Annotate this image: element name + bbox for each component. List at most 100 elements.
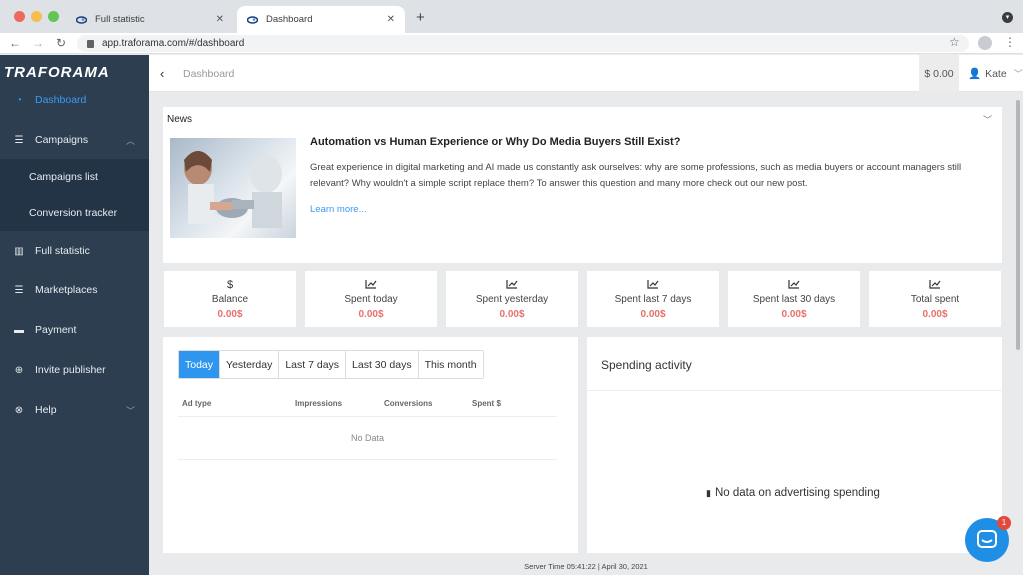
sidebar-item-campaigns[interactable]: ☰ Campaigns ︿ [0,120,149,160]
stat-value: 0.00$ [640,309,666,320]
learn-more-link[interactable]: Learn more... [310,204,367,215]
chevron-down-icon: ﹀ [125,405,135,416]
forward-arrow-icon[interactable]: → [30,36,46,50]
trend-icon [587,279,719,293]
stat-label: Balance [211,294,249,305]
gauge-icon: ◔ [15,94,23,106]
user-name: Kate [985,67,1007,80]
period-today-button[interactable]: Today [179,351,221,378]
sidebar-item-help[interactable]: ⊗ Help ﹀ [0,390,149,430]
browser-tab-dashboard[interactable]: Dashboard ✕ [237,6,405,33]
collapse-news-chevron-icon[interactable]: ﹀ [983,113,992,126]
stat-card-balance: $ Balance 0.00$ [164,271,296,327]
browser-menu-icon[interactable]: ⋮ [1004,35,1016,49]
sidebar-item-label: Conversion tracker [29,207,118,219]
traforama-favicon-icon [246,15,259,24]
back-arrow-icon[interactable]: ← [7,36,23,50]
traforama-favicon-icon [75,15,88,24]
tab-title: Dashboard [266,14,313,25]
spending-activity-title: Spending activity [601,358,692,372]
sidebar-item-full-statistic[interactable]: ▥ Full statistic [0,231,149,271]
collapse-sidebar-chevron-icon[interactable]: ‹ [160,66,164,81]
stat-card-total-spent: Total spent 0.00$ [869,271,1001,327]
sidebar-item-label: Dashboard [35,94,87,106]
sliders-icon: ☰ [14,284,24,296]
wallet-icon: ▮ [706,488,711,498]
close-tab-icon[interactable]: ✕ [387,14,395,25]
column-header-ad-type[interactable]: Ad type [182,399,211,408]
close-circle-icon: ⊗ [14,404,24,416]
sidebar-item-campaigns-list[interactable]: Campaigns list [0,159,149,195]
column-header-impressions[interactable]: Impressions [295,399,342,408]
stat-card-spent-yesterday: Spent yesterday 0.00$ [446,271,578,327]
close-window-button[interactable] [14,11,25,22]
minimize-window-button[interactable] [31,11,42,22]
table-divider [178,416,557,417]
spending-empty-message: ▮ No data on advertising spending [706,487,880,499]
balance-badge[interactable]: $ 0.00 [919,55,959,92]
stat-card-spent-today: Spent today 0.00$ [305,271,437,327]
sidebar-item-label: Campaigns [35,134,89,146]
new-tab-icon[interactable]: + [416,9,425,26]
tab-search-icon[interactable]: ▾ [1002,12,1013,23]
user-icon: 👤 [968,68,982,80]
period-last-7-days-button[interactable]: Last 7 days [279,351,347,378]
url-text: app.traforama.com/#/dashboard [102,38,245,49]
bookmark-star-icon[interactable]: ☆ [949,35,960,49]
spending-empty-text: No data on advertising spending [714,487,880,499]
sidebar-item-dashboard[interactable]: ◔ Dashboard [0,80,149,120]
browser-tab-full-statistic[interactable]: Full statistic ✕ [66,6,234,33]
close-tab-icon[interactable]: ✕ [216,14,224,25]
stat-value: 0.00$ [358,309,384,320]
panel-divider [587,390,1002,391]
stat-card-spent-last-7-days: Spent last 7 days 0.00$ [587,271,719,327]
balance-value: $ 0.00 [924,67,954,80]
column-header-spent[interactable]: Spent $ [472,399,501,408]
sidebar-item-label: Marketplaces [35,284,98,296]
chevron-down-icon: ﹀ [1013,69,1023,79]
breadcrumb: Dashboard [183,68,235,80]
trend-icon [446,279,578,293]
table-empty-message: No Data [351,433,385,443]
maximize-window-button[interactable] [48,11,59,22]
stat-label: Spent last 30 days [752,294,836,305]
plus-circle-icon: ⊕ [14,364,24,376]
sidebar-item-label: Invite publisher [35,364,106,376]
sidebar-item-invite-publisher[interactable]: ⊕ Invite publisher [0,350,149,390]
news-section-label: News [167,114,193,125]
sidebar-item-label: Payment [35,324,77,336]
stat-value: 0.00$ [499,309,525,320]
bar-chart-icon: ▥ [14,245,24,257]
top-bar [149,55,1023,92]
traforama-logo[interactable]: TRAFORAMA [4,64,110,81]
server-time-footer: Server Time 05:41:22 | April 30, 2021 [524,562,648,571]
card-icon: ▬ [14,324,24,336]
sliders-icon: ☰ [14,134,24,146]
stat-label: Spent yesterday [475,294,549,305]
table-divider [178,459,557,460]
page-scrollbar[interactable] [1016,100,1020,350]
sidebar-item-conversion-tracker[interactable]: Conversion tracker [0,195,149,231]
stat-label: Spent today [344,294,398,305]
period-yesterday-button[interactable]: Yesterday [220,351,280,378]
news-body: Great experience in digital marketing an… [310,162,962,189]
sidebar-item-payment[interactable]: ▬ Payment [0,310,149,350]
sidebar-item-label: Campaigns list [29,171,98,183]
url-field[interactable]: app.traforama.com/#/dashboard [77,35,969,52]
lock-icon [87,39,94,48]
chat-notification-badge: 1 [997,516,1011,530]
stat-label: Spent last 7 days [614,294,692,305]
period-this-month-button[interactable]: This month [418,351,483,378]
news-image [170,138,296,238]
reload-icon[interactable]: ↻ [53,36,69,50]
chevron-up-icon: ︿ [125,135,135,146]
profile-avatar-icon[interactable] [978,36,992,50]
trend-icon [728,279,860,293]
period-last-30-days-button[interactable]: Last 30 days [346,351,419,378]
stat-card-spent-last-30-days: Spent last 30 days 0.00$ [728,271,860,327]
user-menu[interactable]: 👤 Kate ﹀ [968,55,1023,92]
sidebar-item-marketplaces[interactable]: ☰ Marketplaces [0,270,149,310]
news-headline[interactable]: Automation vs Human Experience or Why Do… [310,136,680,148]
sidebar-item-label: Full statistic [35,245,90,257]
column-header-conversions[interactable]: Conversions [384,399,432,408]
